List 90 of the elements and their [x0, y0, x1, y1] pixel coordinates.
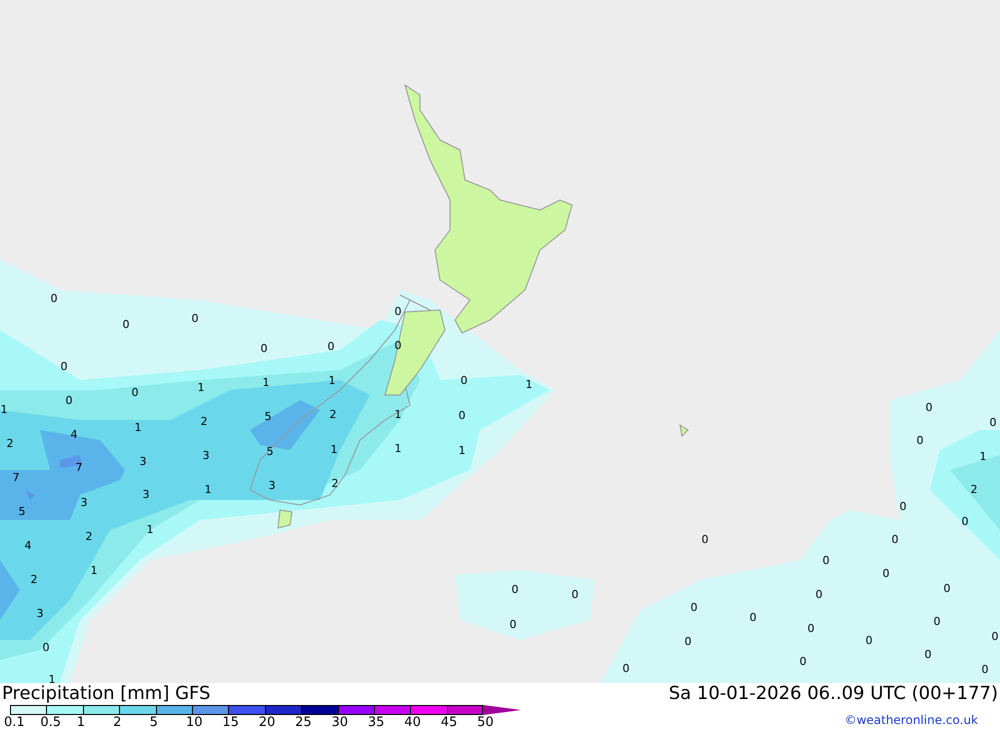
- precipitation-value: 0: [394, 339, 402, 352]
- precipitation-value: 5: [266, 445, 274, 458]
- precipitation-value: 5: [18, 505, 26, 518]
- precipitation-value: 0: [816, 588, 822, 601]
- precipitation-value: 0: [800, 655, 806, 668]
- precipitation-value: 0: [934, 615, 940, 628]
- precipitation-value: 1: [980, 450, 986, 463]
- precipitation-value: 1: [330, 443, 338, 456]
- precipitation-value: 0: [962, 515, 968, 528]
- legend-label: 5: [150, 715, 158, 731]
- precipitation-value: 2: [30, 573, 38, 586]
- precipitation-value: 3: [36, 607, 44, 620]
- precipitation-value: 0: [924, 648, 932, 661]
- precipitation-value: 0: [892, 533, 898, 546]
- precipitation-value: 0: [60, 360, 68, 373]
- precipitation-value: 1: [146, 523, 154, 536]
- precipitation-value: 7: [76, 461, 82, 474]
- precipitation-value: 0: [132, 386, 138, 399]
- precipitation-value: 0: [66, 394, 72, 407]
- precipitation-value: 2: [86, 530, 92, 543]
- legend-label: 0.1: [4, 715, 25, 731]
- precipitation-value: 0: [460, 374, 468, 387]
- precipitation-value: 1: [526, 378, 532, 391]
- precipitation-value: 0: [982, 663, 988, 676]
- precipitation-value: 0: [260, 342, 268, 355]
- precipitation-value: 5: [264, 410, 272, 423]
- precipitation-value: 0: [122, 318, 130, 331]
- precipitation-value: 1: [204, 483, 212, 496]
- precipitation-value: 0: [394, 305, 402, 318]
- valid-time: Sa 10-01-2026 06..09 UTC (00+177): [668, 683, 998, 705]
- legend-label: 50: [477, 715, 494, 731]
- precipitation-value: 0: [510, 618, 516, 631]
- precipitation-value: 0: [866, 634, 872, 647]
- precipitation-value: 0: [42, 641, 50, 654]
- precipitation-value: 0: [702, 533, 708, 546]
- copyright-link[interactable]: ©weatheronline.co.uk: [844, 713, 978, 727]
- precipitation-value: 0: [622, 662, 630, 675]
- precipitation-value: 1: [394, 408, 402, 421]
- legend-label: 25: [295, 715, 312, 731]
- precipitation-value: 0: [690, 601, 698, 614]
- precipitation-value: 0: [750, 611, 756, 624]
- precipitation-value: 2: [6, 437, 14, 450]
- legend-label: 35: [368, 715, 384, 731]
- precipitation-value: 0: [916, 434, 924, 447]
- legend-label: 30: [332, 715, 348, 731]
- precipitation-value: 7: [12, 471, 20, 484]
- precipitation-value: 0: [458, 409, 466, 422]
- precipitation-value: 1: [458, 444, 466, 457]
- precipitation-value: 0: [808, 622, 814, 635]
- precipitation-value: 0: [328, 340, 334, 353]
- precipitation-value: 0: [684, 635, 692, 648]
- map-title: Precipitation [mm] GFS: [2, 683, 210, 705]
- precipitation-value: 1: [198, 381, 204, 394]
- precipitation-value: 1: [262, 376, 270, 389]
- precipitation-value: 0: [882, 567, 890, 580]
- precipitation-value: 0: [944, 582, 950, 595]
- legend-label: 45: [440, 715, 458, 731]
- precipitation-value: 1: [0, 403, 8, 416]
- precipitation-value: 3: [202, 449, 210, 462]
- precipitation-value: 0: [572, 588, 578, 601]
- legend-label: 20: [258, 715, 276, 731]
- legend-label: 2: [113, 715, 122, 731]
- precipitation-value: 2: [330, 408, 336, 421]
- precipitation-value: 3: [80, 496, 88, 509]
- precipitation-value: 1: [48, 673, 56, 683]
- precipitation-value: 2: [200, 415, 208, 428]
- legend-label: 0.5: [40, 715, 62, 731]
- legend-label: 15: [222, 715, 239, 731]
- precipitation-value: 0: [900, 500, 906, 513]
- legend-label: 1: [76, 715, 86, 731]
- precipitation-value: 1: [394, 442, 402, 455]
- precipitation-value: 0: [926, 401, 932, 414]
- precipitation-value: 1: [134, 421, 142, 434]
- precipitation-value: 2: [332, 477, 338, 490]
- precipitation-value: 0: [992, 630, 998, 643]
- precipitation-value: 1: [90, 564, 98, 577]
- precipitation-value: 0: [192, 312, 198, 325]
- precipitation-value: 3: [268, 479, 276, 492]
- precipitation-value: 0: [822, 554, 830, 567]
- precipitation-value: 3: [140, 455, 146, 468]
- precipitation-value: 4: [70, 428, 78, 441]
- precipitation-value: 0: [990, 416, 996, 429]
- precipitation-value: 4: [24, 539, 32, 552]
- precipitation-value: 1: [328, 374, 336, 387]
- legend-label: 10: [186, 715, 202, 731]
- precipitation-value: 0: [512, 583, 518, 596]
- precipitation-value: 2: [970, 483, 978, 496]
- precipitation-value: 3: [142, 488, 150, 501]
- legend-label: 40: [404, 715, 421, 731]
- precipitation-value: 0: [50, 292, 58, 305]
